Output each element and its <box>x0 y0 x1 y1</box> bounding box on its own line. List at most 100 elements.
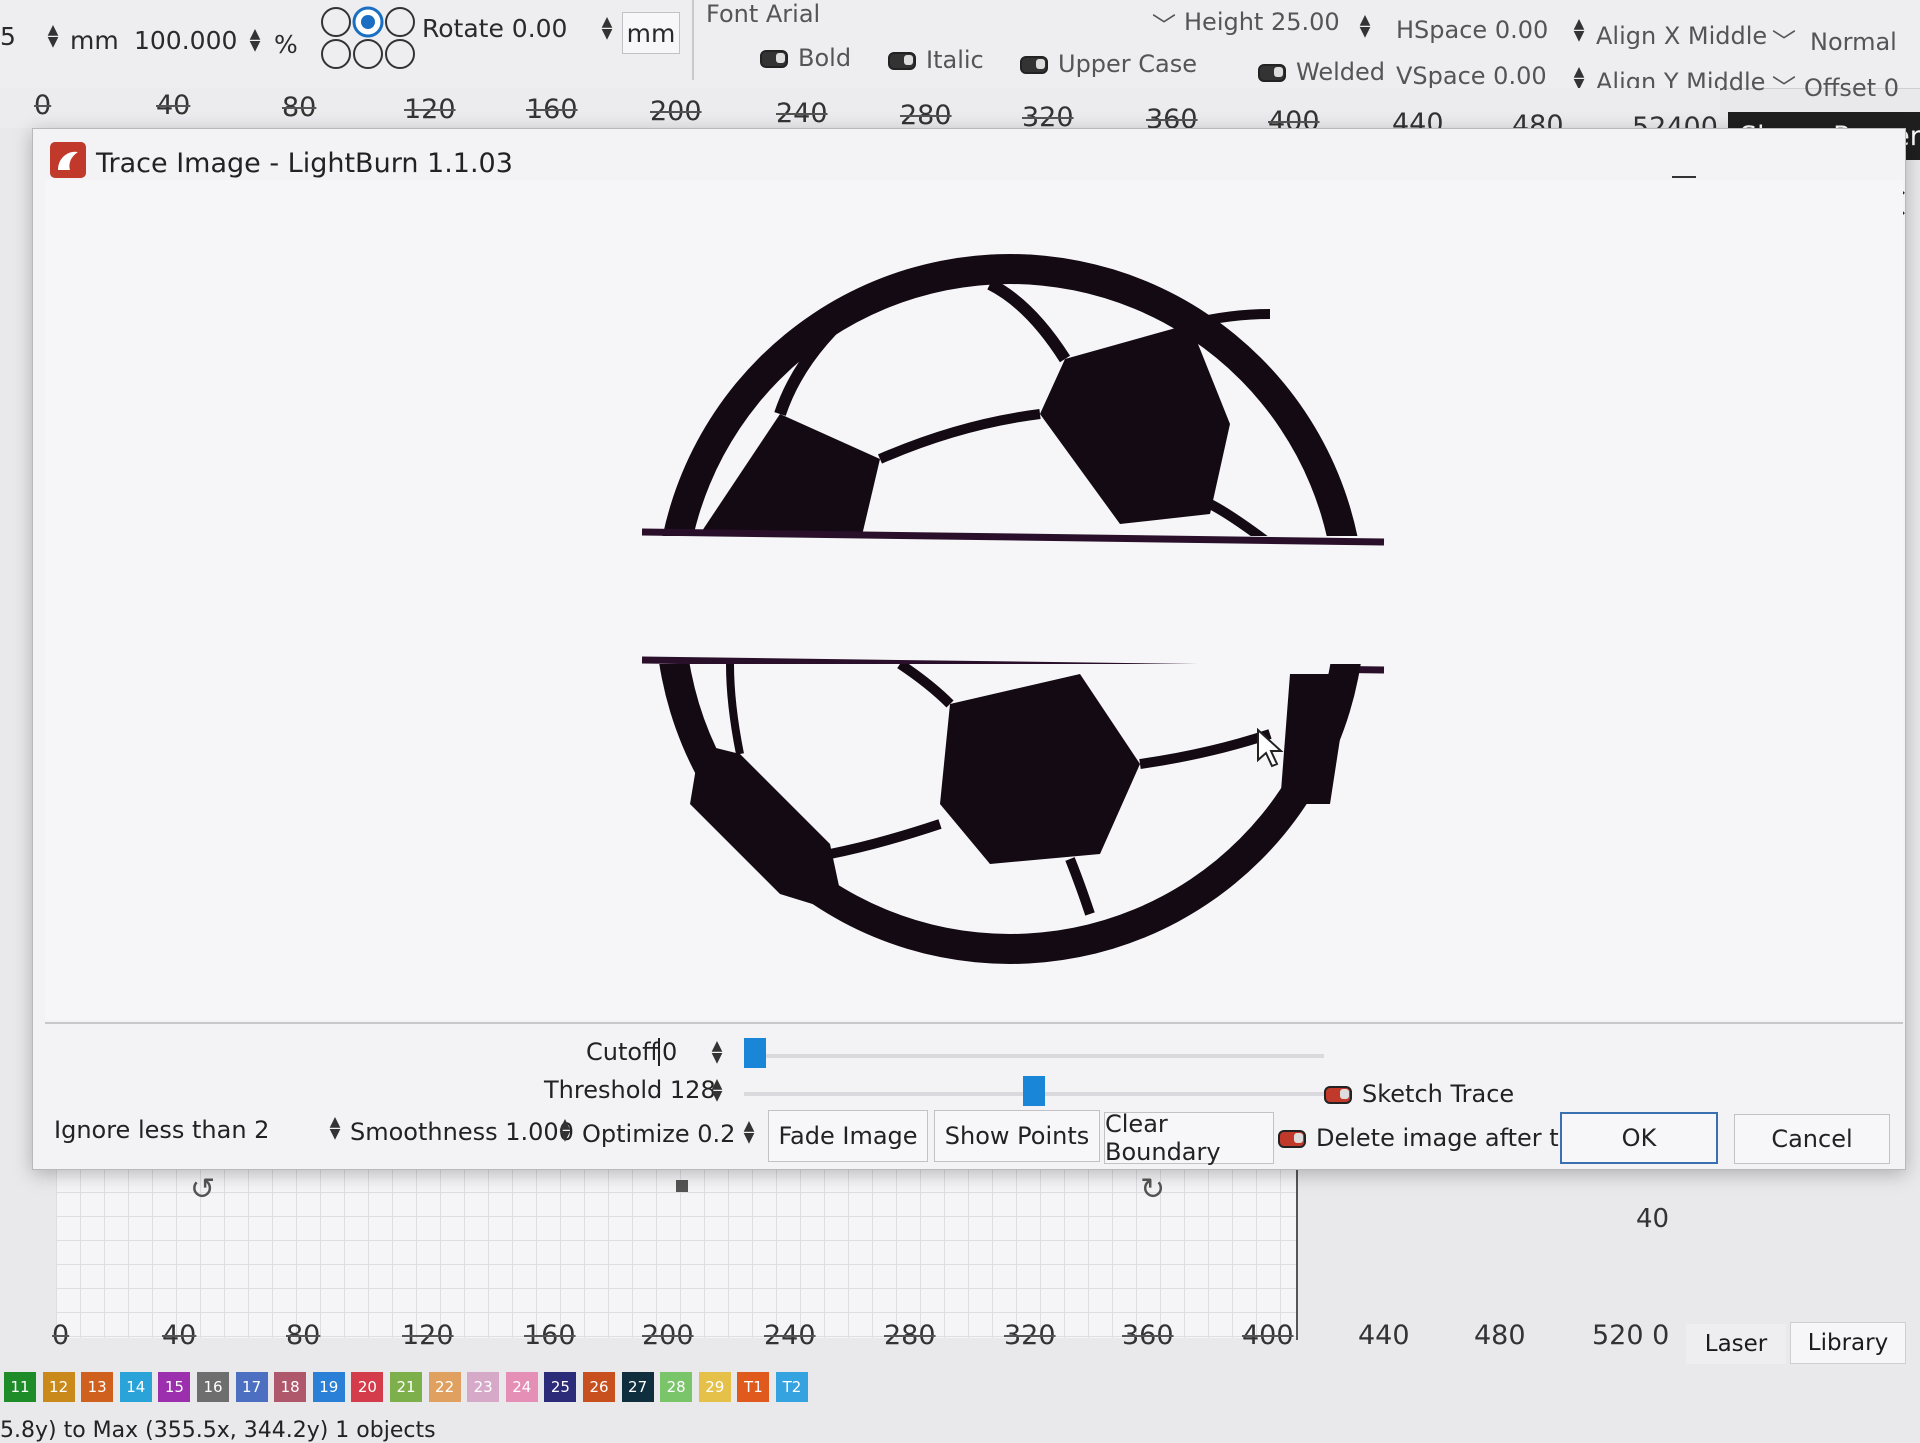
optimize-input[interactable]: Optimize 0.2 <box>582 1120 735 1148</box>
layer-color-20[interactable]: 20 <box>351 1372 384 1402</box>
ok-button[interactable]: OK <box>1560 1112 1718 1164</box>
toolbar-left-number: 5 <box>0 22 16 51</box>
ruler-tick: 360 <box>1122 1320 1174 1351</box>
welded-toggle[interactable]: Welded <box>1258 58 1385 86</box>
toolbar-separator <box>692 0 694 80</box>
delete-after-trace-switch[interactable] <box>1278 1130 1306 1148</box>
layer-color-23[interactable]: 23 <box>467 1372 500 1402</box>
bold-toggle-switch[interactable] <box>760 50 788 68</box>
anchor-point-selector[interactable] <box>318 0 418 74</box>
rotate-spinner[interactable]: ▲ ▼ <box>598 15 616 41</box>
chevron-down-icon[interactable]: ﹀ <box>1152 6 1176 41</box>
bold-label: Bold <box>798 44 852 72</box>
welded-label: Welded <box>1296 58 1385 86</box>
layer-color-25[interactable]: 25 <box>544 1372 577 1402</box>
mouse-cursor-icon <box>1257 728 1284 768</box>
workspace-grid[interactable] <box>56 1168 1296 1338</box>
layer-color-15[interactable]: 15 <box>158 1372 191 1402</box>
italic-toggle-switch[interactable] <box>888 52 916 70</box>
height-input[interactable]: Height 25.00 <box>1184 8 1340 36</box>
ruler-tick: 0 <box>34 90 52 121</box>
smoothness-input[interactable]: Smoothness 1.000 <box>350 1118 574 1146</box>
controls-divider <box>45 1022 1903 1024</box>
layer-color-22[interactable]: 22 <box>428 1372 461 1402</box>
ruler-tick: 240 <box>776 98 828 129</box>
layer-color-27[interactable]: 27 <box>621 1372 654 1402</box>
layer-color-16[interactable]: 16 <box>197 1372 229 1402</box>
tab-laser[interactable]: Laser <box>1686 1324 1786 1364</box>
scale-handle[interactable] <box>676 1180 688 1192</box>
ignore-less-than-input[interactable]: Ignore less than 2 <box>54 1116 269 1144</box>
scale-input[interactable]: 100.000 <box>134 26 237 55</box>
chevron-down-icon[interactable]: ﹀ <box>1772 22 1796 57</box>
vspace-spinner[interactable]: ▲ ▼ <box>1570 65 1588 91</box>
ruler-tick: 520 0 <box>1592 1320 1670 1351</box>
sketch-trace-switch[interactable] <box>1324 1086 1352 1104</box>
layer-color-21[interactable]: 21 <box>390 1372 422 1402</box>
ruler-tick: 120 <box>404 94 456 125</box>
offset-input[interactable]: Offset 0 <box>1804 74 1899 102</box>
threshold-slider-handle[interactable] <box>1023 1076 1045 1106</box>
optimize-spinner[interactable]: ▲ ▼ <box>740 1119 758 1145</box>
layer-color-29[interactable]: 29 <box>698 1372 731 1402</box>
layer-color-24[interactable]: 24 <box>505 1372 538 1402</box>
side-ruler-tick: 40 <box>1636 1204 1670 1234</box>
ruler-tick: 320 <box>1004 1320 1056 1351</box>
bold-toggle[interactable]: Bold <box>760 44 851 72</box>
width-spinner[interactable]: ▲ ▼ <box>44 23 62 49</box>
cancel-button[interactable]: Cancel <box>1734 1114 1890 1164</box>
minimize-icon[interactable] <box>1672 176 1696 178</box>
clear-boundary-button[interactable]: Clear Boundary <box>1104 1110 1274 1166</box>
layer-color-12[interactable]: 12 <box>42 1372 75 1402</box>
scale-spinner[interactable]: ▲ ▼ <box>246 27 264 53</box>
ruler-tick: 80 <box>282 92 317 123</box>
layer-color-T2[interactable]: T2 <box>776 1372 808 1402</box>
unit-toggle-button[interactable]: mm <box>622 12 680 54</box>
threshold-input[interactable]: Threshold 128 <box>544 1076 716 1104</box>
hspace-spinner[interactable]: ▲ ▼ <box>1570 17 1588 43</box>
layer-color-13[interactable]: 13 <box>81 1372 114 1402</box>
chevron-down-icon[interactable]: ﹀ <box>1772 68 1796 103</box>
ignore-spinner[interactable]: ▲ ▼ <box>326 1115 344 1141</box>
rotate-handle-icon[interactable]: ↻ <box>1140 1172 1165 1207</box>
upper-case-toggle-switch[interactable] <box>1020 56 1048 74</box>
text-mode-selector[interactable]: Normal <box>1810 28 1897 56</box>
ruler-tick: 40 <box>156 90 191 121</box>
welded-toggle-switch[interactable] <box>1258 64 1286 82</box>
ruler-tick: 240 <box>764 1320 816 1351</box>
smoothness-spinner[interactable]: ▲ ▼ <box>556 1117 574 1143</box>
show-points-button[interactable]: Show Points <box>934 1110 1100 1162</box>
ruler-tick: 440 <box>1358 1320 1410 1351</box>
hspace-input[interactable]: HSpace 0.00 <box>1396 16 1548 44</box>
cutoff-spinner[interactable]: ▲ ▼ <box>708 1039 726 1065</box>
italic-toggle[interactable]: Italic <box>888 46 984 74</box>
ruler-tick: 80 <box>286 1320 321 1351</box>
traced-image-preview <box>641 254 1385 964</box>
ruler-tick: 280 <box>900 100 952 131</box>
cutoff-slider-handle[interactable] <box>744 1038 766 1068</box>
rotate-handle-icon[interactable]: ↺ <box>190 1172 215 1207</box>
layer-color-18[interactable]: 18 <box>274 1372 307 1402</box>
layer-color-T1[interactable]: T1 <box>737 1372 770 1402</box>
layer-color-17[interactable]: 17 <box>235 1372 268 1402</box>
cutoff-input[interactable]: 0 <box>658 1038 710 1066</box>
rotate-input[interactable]: Rotate 0.00 <box>422 14 567 43</box>
height-spinner[interactable]: ▲ ▼ <box>1356 13 1374 39</box>
cutoff-slider[interactable] <box>744 1054 1324 1058</box>
vspace-input[interactable]: VSpace 0.00 <box>1396 62 1547 90</box>
ruler-tick: 120 <box>402 1320 454 1351</box>
layer-color-11[interactable]: 11 <box>4 1372 36 1402</box>
align-x-selector[interactable]: Align X Middle <box>1596 22 1767 50</box>
layer-color-19[interactable]: 19 <box>312 1372 345 1402</box>
ruler-tick: 400 <box>1242 1320 1294 1351</box>
layer-color-28[interactable]: 28 <box>660 1372 693 1402</box>
font-selector[interactable]: Font Arial <box>706 0 820 28</box>
layer-color-14[interactable]: 14 <box>119 1372 152 1402</box>
fade-image-button[interactable]: Fade Image <box>768 1110 928 1162</box>
layer-color-26[interactable]: 26 <box>583 1372 615 1402</box>
ruler-tick: 0 <box>52 1320 70 1351</box>
threshold-spinner[interactable]: ▲ ▼ <box>708 1077 726 1103</box>
upper-case-toggle[interactable]: Upper Case <box>1020 50 1197 78</box>
tab-library[interactable]: Library <box>1790 1322 1906 1364</box>
sketch-trace-toggle[interactable]: Sketch Trace <box>1324 1080 1514 1108</box>
